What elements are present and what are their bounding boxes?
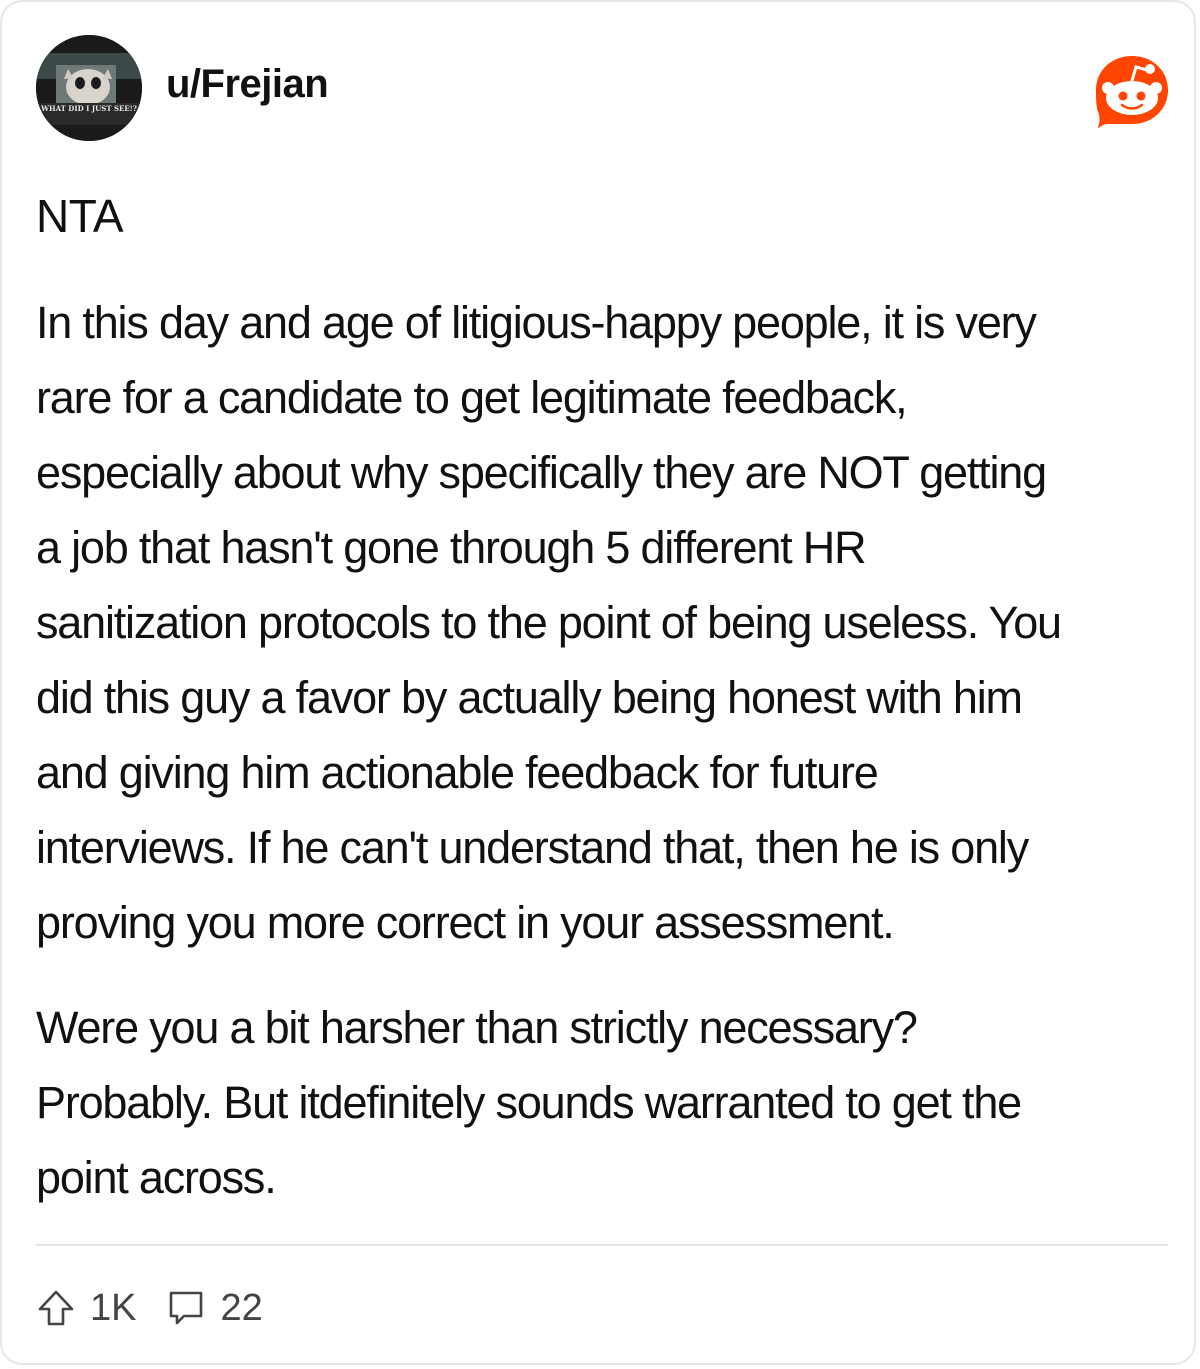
comments-button[interactable]: 22 [166,1286,263,1330]
reddit-logo-icon [1092,52,1172,130]
avatar[interactable]: WHAT DID I JUST SEE!? [36,35,142,141]
comment-card: WHAT DID I JUST SEE!? u/Frejian NTA In t… [0,0,1196,1365]
comment-paragraph-1: In this day and age of litigious-happy p… [36,285,1186,960]
paragraph-line: and giving him actionable feedback for f… [36,747,879,798]
paragraph-line: proving you more correct in your assessm… [36,897,895,948]
upvote-count: 1K [90,1286,137,1329]
paragraph-line: sanitization protocols to the point of b… [36,597,1062,648]
comment-paragraph-2: Were you a bit harsher than strictly nec… [36,990,1186,1215]
comment-footer: 1K 22 [36,1284,263,1332]
paragraph-line: Probably. But itdefinitely sounds warran… [36,1077,1022,1128]
divider [36,1244,1168,1246]
paragraph-line: point across. [36,1152,277,1203]
paragraph-line: a job that hasn't gone through 5 differe… [36,522,867,573]
avatar-image [36,35,142,141]
comment-bubble-icon [170,1291,203,1325]
paragraph-line: Were you a bit harsher than strictly nec… [36,1002,918,1053]
paragraph-line: especially about why specifically they a… [36,447,1047,498]
avatar-caption: WHAT DID I JUST SEE!? [41,104,137,113]
paragraph-line: In this day and age of litigious-happy p… [36,297,1037,348]
username[interactable]: u/Frejian [166,62,329,107]
paragraph-line: interviews. If he can't understand that,… [36,822,1029,873]
upvote-button[interactable]: 1K [36,1287,136,1330]
comment-verdict: NTA [36,190,124,242]
paragraph-line: did this guy a favor by actually being h… [36,672,1023,723]
comment-count: 22 [220,1286,263,1329]
upvote-arrow-icon [38,1290,74,1326]
paragraph-line: rare for a candidate to get legitimate f… [36,372,908,423]
